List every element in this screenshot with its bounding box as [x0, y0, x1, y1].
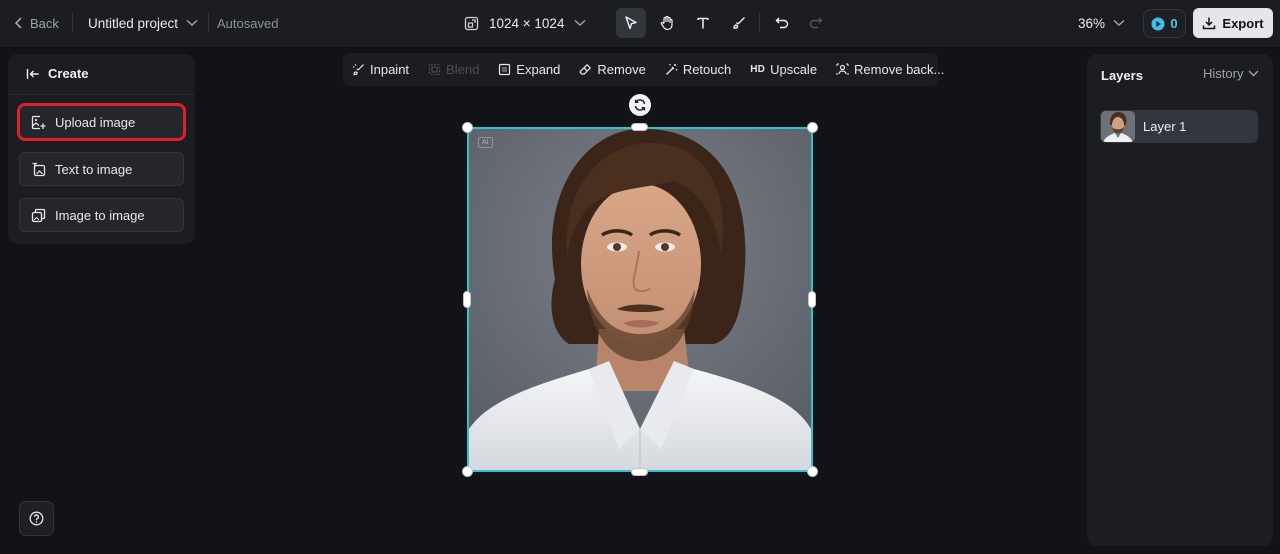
help-question-icon: [29, 511, 44, 526]
remove-label: Remove: [597, 62, 646, 77]
brush-tool[interactable]: [724, 8, 754, 38]
text-tool[interactable]: [688, 8, 718, 38]
chevron-down-icon: [574, 19, 586, 27]
remove-button[interactable]: Remove: [579, 62, 646, 77]
project-title-dropdown[interactable]: Untitled project: [88, 0, 198, 46]
history-dropdown[interactable]: History: [1203, 66, 1259, 81]
rotate-handle[interactable]: [629, 94, 651, 116]
chevron-down-icon: [1113, 19, 1125, 27]
resize-icon: [464, 16, 479, 31]
layer-item[interactable]: Layer 1: [1100, 110, 1258, 143]
hd-icon: HD: [750, 64, 766, 75]
credit-coin-icon: [1151, 17, 1165, 31]
project-title: Untitled project: [88, 15, 179, 31]
resize-handle-top-right[interactable]: [807, 122, 818, 133]
resize-handle-bottom[interactable]: [631, 468, 648, 476]
layers-tab[interactable]: Layers: [1101, 68, 1143, 83]
chevron-down-icon: [186, 19, 198, 27]
resize-handle-top-left[interactable]: [462, 122, 473, 133]
blend-label: Blend: [446, 62, 480, 77]
credits-button[interactable]: 0: [1143, 9, 1186, 38]
divider: [759, 13, 760, 33]
image-to-image-label: Image to image: [55, 207, 145, 223]
layers-panel: Layers History Layer 1: [1087, 54, 1273, 546]
back-button[interactable]: Back: [14, 0, 59, 46]
inpaint-button[interactable]: Inpaint: [352, 62, 409, 77]
expand-button[interactable]: Expand: [498, 62, 560, 77]
resize-handle-top[interactable]: [631, 123, 648, 131]
blend-icon: [428, 63, 441, 76]
help-button[interactable]: [19, 501, 54, 536]
tool-group: [616, 8, 754, 38]
divider: [8, 94, 195, 95]
redo-button[interactable]: [801, 8, 831, 38]
portrait-image: [469, 129, 811, 470]
export-label: Export: [1222, 15, 1264, 31]
select-tool[interactable]: [616, 8, 646, 38]
image-action-toolbar: Inpaint Blend Expand Remove Retouch HD U…: [343, 53, 944, 86]
resize-handle-bottom-left[interactable]: [462, 466, 473, 477]
zoom-level: 36%: [1078, 15, 1106, 31]
remove-background-icon: [836, 63, 849, 76]
expand-label: Expand: [516, 62, 561, 77]
history-label: History: [1203, 66, 1244, 81]
resize-handle-left[interactable]: [463, 291, 471, 308]
layer-thumbnail: [1101, 111, 1135, 142]
cursor-arrow-icon: [623, 15, 639, 31]
divider: [72, 13, 73, 33]
retouch-button[interactable]: Retouch: [665, 62, 731, 77]
export-button[interactable]: Export: [1193, 8, 1273, 38]
eraser-icon: [579, 63, 592, 76]
create-header[interactable]: Create: [26, 66, 88, 81]
download-icon: [1202, 16, 1216, 30]
hand-icon: [659, 15, 675, 31]
autosave-status: Autosaved: [217, 15, 279, 31]
ai-badge: AI: [478, 137, 493, 148]
zoom-dropdown[interactable]: 36%: [1078, 0, 1125, 46]
brush-icon: [731, 15, 747, 31]
retouch-label: Retouch: [682, 62, 732, 77]
resize-handle-bottom-right[interactable]: [807, 466, 818, 477]
undo-button[interactable]: [767, 8, 797, 38]
expand-icon: [498, 63, 511, 76]
magic-wand-icon: [665, 63, 678, 76]
blend-button[interactable]: Blend: [428, 62, 479, 77]
upscale-button[interactable]: HD Upscale: [750, 62, 817, 77]
canvas-image-layer[interactable]: AI: [467, 127, 813, 472]
undo-icon: [774, 15, 790, 31]
layer-name: Layer 1: [1143, 119, 1187, 134]
upload-image-button[interactable]: Upload image: [17, 103, 186, 141]
top-bar: Back Untitled project Autosaved 1024 × 1…: [0, 0, 1280, 46]
image-to-image-icon: [31, 208, 46, 223]
collapse-arrow-icon: [26, 68, 40, 80]
image-to-image-button[interactable]: Image to image: [19, 198, 184, 232]
back-label: Back: [30, 15, 59, 31]
remove-background-button[interactable]: Remove back...: [836, 62, 944, 77]
resize-handle-right[interactable]: [808, 291, 816, 308]
text-to-image-button[interactable]: Text to image: [19, 152, 184, 186]
credits-count: 0: [1170, 16, 1178, 31]
chevron-down-icon: [1248, 70, 1259, 77]
text-to-image-icon: [31, 162, 46, 177]
chevron-left-icon: [14, 17, 24, 29]
canvas-size-dropdown[interactable]: 1024 × 1024: [464, 0, 586, 46]
canvas-size: 1024 × 1024: [489, 15, 565, 31]
divider: [208, 13, 209, 33]
create-panel: Create Upload image Text to image Image …: [8, 54, 195, 244]
upscale-label: Upscale: [770, 62, 818, 77]
inpaint-icon: [352, 63, 365, 76]
inpaint-label: Inpaint: [370, 62, 410, 77]
upload-image-icon: [31, 115, 46, 130]
text-to-image-label: Text to image: [55, 161, 133, 177]
redo-icon: [808, 15, 824, 31]
rotate-icon: [633, 98, 647, 112]
text-t-icon: [695, 15, 711, 31]
upload-image-label: Upload image: [55, 114, 136, 130]
create-label: Create: [48, 66, 89, 81]
hand-tool[interactable]: [652, 8, 682, 38]
remove-background-label: Remove back...: [854, 62, 945, 77]
